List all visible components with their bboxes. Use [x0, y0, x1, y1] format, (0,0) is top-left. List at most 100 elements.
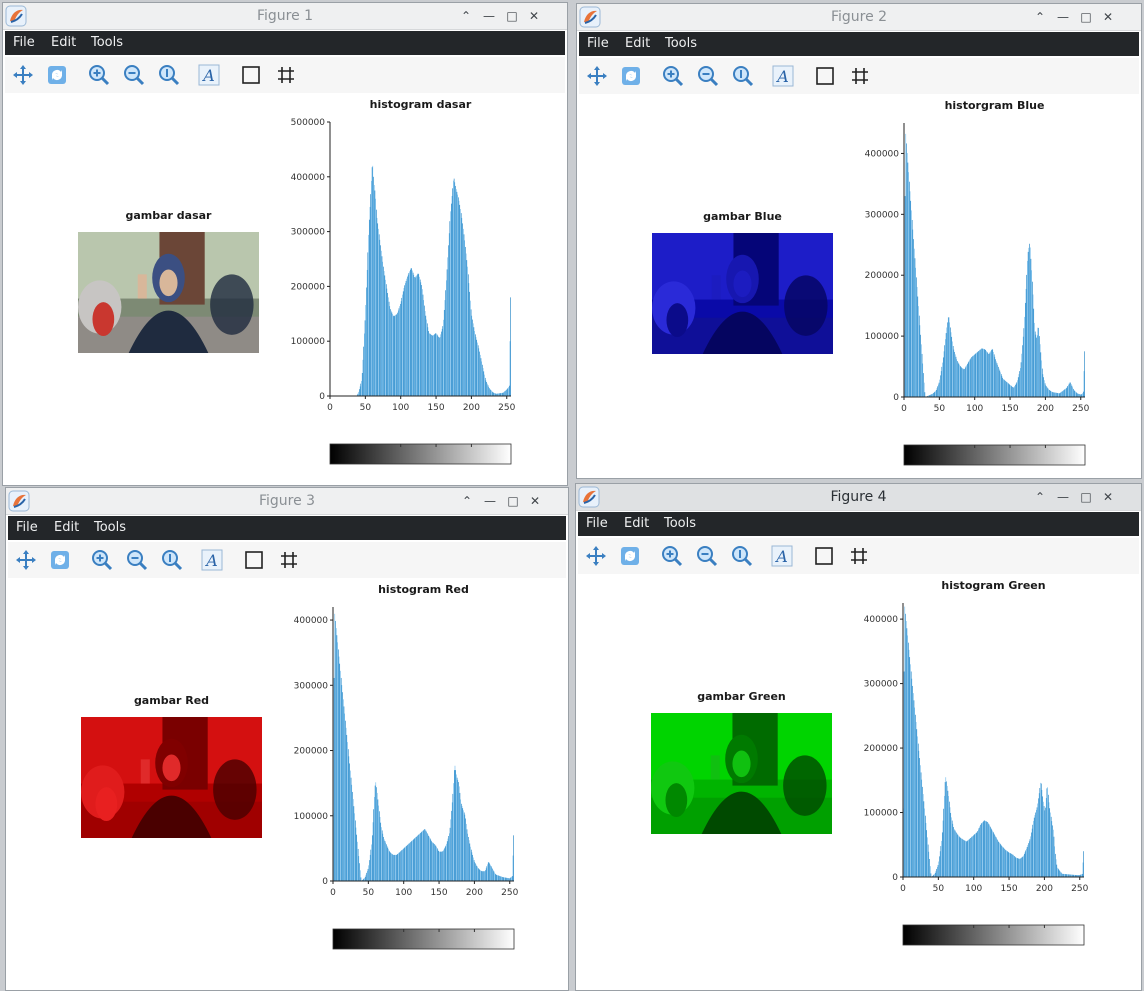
green-channel-image — [651, 713, 832, 834]
histogram-bar — [467, 833, 468, 881]
histogram-bar — [434, 844, 436, 881]
histogram-bar — [1075, 391, 1076, 397]
histogram-bar — [458, 782, 459, 881]
histogram-bar — [920, 765, 921, 877]
histogram-bar — [425, 830, 427, 881]
histogram-bar — [407, 844, 408, 881]
histogram-bar — [1084, 351, 1085, 397]
histogram-bar — [370, 849, 372, 881]
histogram-bar — [967, 364, 968, 397]
histogram-bar — [419, 279, 421, 396]
histogram-bar — [1037, 803, 1038, 877]
y-tick-label: 300000 — [291, 228, 326, 238]
histogram-bar — [390, 310, 392, 396]
histogram-bar — [384, 275, 386, 396]
histogram-bar — [449, 833, 450, 881]
histogram-bar — [988, 824, 990, 877]
histogram-bar — [347, 749, 349, 881]
histogram-bar — [1052, 392, 1054, 397]
histogram-bar — [474, 331, 475, 396]
histogram-bar — [449, 827, 451, 881]
histogram-bar — [983, 820, 985, 877]
histogram-bar — [1004, 848, 1005, 877]
histogram-bar — [932, 393, 933, 397]
histogram-bar — [407, 276, 408, 396]
histogram-bar — [1010, 385, 1011, 397]
histogram-bar — [952, 823, 954, 877]
x-tick-label: 50 — [363, 888, 375, 898]
histogram-bar — [409, 842, 411, 881]
histogram-bar — [994, 834, 995, 877]
histogram-bar — [396, 314, 398, 396]
histogram-bar — [493, 392, 494, 396]
histogram-bar — [1043, 377, 1044, 397]
histogram-bar — [998, 841, 1000, 877]
histogram-bar — [1053, 836, 1055, 877]
histogram-bar — [947, 790, 949, 877]
histogram-bar — [406, 278, 408, 396]
histogram-bar — [1083, 851, 1084, 877]
histogram-bar — [512, 855, 514, 881]
histogram-bar — [453, 178, 455, 396]
histogram-bar — [410, 841, 412, 881]
histogram-bar — [1052, 825, 1053, 877]
histogram-bar — [1025, 288, 1027, 397]
x-tick-label: 50 — [934, 404, 946, 414]
red-channel-image — [81, 717, 262, 838]
figure-window[interactable]: Figure 2 ⌃ — □ ✕ File Edit Tools Agambar Blue his… — [576, 3, 1142, 479]
x-tick-label: 250 — [1071, 884, 1088, 894]
histogram-bar — [1003, 379, 1005, 397]
histogram-bar — [343, 706, 345, 881]
histogram-bar — [906, 153, 908, 397]
histogram-bar — [401, 297, 403, 396]
figure-window[interactable]: Figure 4 ⌃ — □ ✕ File Edit Tools Agambar Green hi… — [575, 483, 1142, 991]
histogram-bar — [941, 832, 943, 877]
figure-window[interactable]: Figure 1 ⌃ — □ ✕ File Edit Tools Agambar dasar hi… — [2, 2, 568, 486]
histogram-bar — [399, 851, 401, 881]
histogram-bar — [453, 783, 454, 881]
histogram-bar — [1033, 820, 1034, 877]
histogram-bar — [369, 206, 371, 396]
histogram-bar — [425, 315, 427, 396]
histogram-bar — [400, 303, 401, 396]
histogram-bar — [444, 848, 445, 881]
histogram-bar — [458, 200, 460, 396]
histogram-bar — [949, 801, 950, 877]
histogram-bar — [1058, 393, 1059, 397]
histogram-bar — [912, 229, 914, 397]
histogram-bar — [943, 351, 945, 397]
histogram-bar — [486, 866, 488, 881]
histogram-bar — [478, 348, 480, 396]
histogram-bar — [1008, 383, 1009, 397]
histogram-bar — [976, 352, 978, 397]
histogram-bar — [389, 306, 391, 396]
histogram-bar — [990, 351, 991, 397]
figure-canvas: gambar Red histogram Red 0 100000 200000 3000… — [81, 583, 519, 950]
histogram-bar — [359, 389, 360, 396]
histogram-bar — [462, 808, 464, 881]
histogram-bar — [1074, 390, 1076, 397]
histogram-bar — [1042, 796, 1043, 877]
histogram-bar — [446, 843, 447, 881]
y-tick-label: 400000 — [291, 173, 326, 183]
histogram-bar — [970, 837, 971, 877]
histogram-bar — [420, 832, 422, 881]
histogram-bar — [1039, 336, 1040, 397]
histogram-bar — [359, 386, 361, 396]
histogram-bar — [979, 350, 980, 397]
histogram-bar — [468, 840, 470, 881]
histogram-bar — [485, 380, 487, 396]
histogram-bar — [378, 805, 379, 881]
histogram-bar — [944, 795, 945, 877]
histogram-bar — [1025, 850, 1026, 877]
histogram-bar — [1059, 393, 1061, 397]
histogram-bar — [339, 663, 341, 881]
histogram-bar — [1073, 388, 1074, 397]
figure-window[interactable]: Figure 3 ⌃ — □ ✕ File Edit Tools Agambar Red hist… — [5, 487, 569, 991]
histogram-bar — [937, 386, 938, 397]
histogram-bar — [1010, 385, 1012, 397]
histogram-bar — [497, 875, 499, 881]
histogram-bar — [1071, 385, 1073, 397]
histogram-bar — [985, 821, 987, 877]
histogram-bar — [498, 875, 500, 881]
